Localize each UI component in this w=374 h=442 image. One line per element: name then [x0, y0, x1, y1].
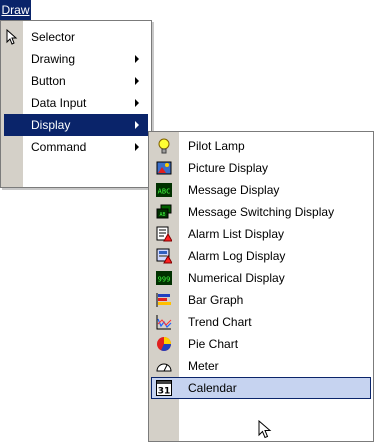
submenu-arrow-icon	[135, 99, 139, 107]
menu-item-label: Selector	[31, 30, 76, 44]
picture-display-icon	[156, 160, 172, 176]
mouse-cursor-icon	[258, 420, 272, 439]
numerical-display-icon: 999	[156, 270, 172, 286]
message-switching-icon: AB	[156, 204, 172, 220]
menu-item-label: Pie Chart	[188, 337, 239, 351]
arrow-pointer-icon	[4, 29, 20, 45]
menu-item-drawing[interactable]: Drawing	[1, 48, 151, 70]
pie-chart-icon	[156, 336, 172, 352]
menu-item-label: Button	[31, 74, 66, 88]
submenu-arrow-icon	[135, 143, 139, 151]
menu-item-selector[interactable]: Selector	[1, 26, 151, 48]
pilot-lamp-icon	[156, 138, 172, 154]
menu-item-label: Picture Display	[188, 161, 269, 175]
menu-item-bar-graph[interactable]: Bar Graph	[149, 289, 373, 311]
menu-item-command[interactable]: Command	[1, 136, 151, 158]
menu-item-label: Data Input	[31, 96, 87, 110]
menu-item-label: Display	[31, 118, 71, 132]
alarm-list-icon	[156, 226, 172, 242]
trend-chart-icon	[156, 314, 172, 330]
menu-item-label: Alarm List Display	[188, 227, 285, 241]
menu-item-message-display[interactable]: ABC Message Display	[149, 179, 373, 201]
calendar-icon: 31	[156, 380, 172, 396]
menu-item-label: Meter	[188, 359, 219, 373]
menu-item-alarm-list-display[interactable]: Alarm List Display	[149, 223, 373, 245]
menu-item-pilot-lamp[interactable]: Pilot Lamp	[149, 135, 373, 157]
menu-item-calendar[interactable]: 31 Calendar	[151, 377, 371, 399]
menu-item-message-switching-display[interactable]: AB Message Switching Display	[149, 201, 373, 223]
menu-item-label: Alarm Log Display	[188, 249, 286, 263]
menu-item-label: Message Display	[188, 183, 280, 197]
draw-menu: Selector Drawing Button Data Input Displ…	[0, 20, 152, 188]
display-submenu: Pilot Lamp Picture Display ABC Message D…	[148, 131, 374, 442]
menu-item-numerical-display[interactable]: 999 Numerical Display	[149, 267, 373, 289]
submenu-arrow-icon	[135, 77, 139, 85]
menu-item-trend-chart[interactable]: Trend Chart	[149, 311, 373, 333]
submenu-arrow-icon	[135, 121, 139, 129]
menu-item-data-input[interactable]: Data Input	[1, 92, 151, 114]
icon-text: ABC	[158, 188, 171, 196]
menu-item-label: Pilot Lamp	[188, 139, 245, 153]
menu-item-pie-chart[interactable]: Pie Chart	[149, 333, 373, 355]
menubar-draw-label: Draw	[1, 3, 30, 17]
icon-text: 31	[158, 387, 171, 397]
icon-text: 999	[158, 276, 171, 284]
menubar-draw[interactable]: Draw	[0, 0, 31, 20]
menu-item-label: Trend Chart	[188, 315, 252, 329]
menu-item-label: Calendar	[188, 381, 237, 395]
icon-text: AB	[159, 212, 165, 218]
menu-item-alarm-log-display[interactable]: Alarm Log Display	[149, 245, 373, 267]
meter-icon	[156, 358, 172, 374]
alarm-log-icon	[156, 248, 172, 264]
menu-item-label: Numerical Display	[188, 271, 285, 285]
message-display-icon: ABC	[156, 182, 172, 198]
bar-graph-icon	[156, 292, 172, 308]
menu-item-label: Command	[31, 140, 87, 154]
submenu-arrow-icon	[135, 55, 139, 63]
menu-item-button[interactable]: Button	[1, 70, 151, 92]
menu-item-label: Bar Graph	[188, 293, 244, 307]
menu-item-picture-display[interactable]: Picture Display	[149, 157, 373, 179]
menu-item-label: Message Switching Display	[188, 205, 335, 219]
menu-item-meter[interactable]: Meter	[149, 355, 373, 377]
menu-item-display[interactable]: Display	[4, 114, 148, 136]
menu-item-label: Drawing	[31, 52, 76, 66]
